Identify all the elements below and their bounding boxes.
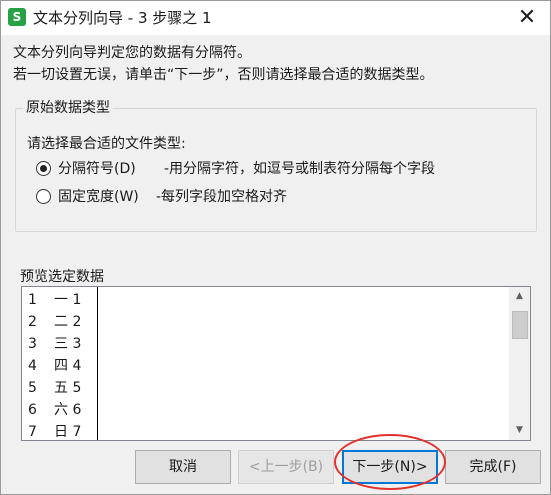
text-to-columns-dialog: S 文本分列向导 - 3 步骤之 1 ✕ 文本分列向导判定您的数据有分隔符。 若… — [0, 0, 551, 495]
row-text: 五 5 — [54, 380, 82, 396]
row-text: 二 2 — [54, 314, 82, 330]
title-bar: S 文本分列向导 - 3 步骤之 1 ✕ — [1, 1, 550, 35]
vertical-scrollbar[interactable]: ▲ ▼ — [509, 287, 530, 440]
row-number: 5 — [28, 380, 37, 396]
row-text: 日 7 — [54, 424, 82, 440]
group-legend: 原始数据类型 — [23, 99, 113, 117]
row-text: 一 1 — [54, 292, 82, 308]
radio-label[interactable]: 分隔符号(D) — [58, 159, 136, 179]
preview-row: 7 日 7 — [22, 421, 506, 440]
row-number: 4 — [28, 358, 37, 374]
scroll-up-icon[interactable]: ▲ — [509, 288, 530, 305]
preview-row: 5 五 5 — [22, 377, 506, 399]
next-button[interactable]: 下一步(N)> — [342, 450, 438, 484]
preview-row: 4 四 4 — [22, 355, 506, 377]
preview-row: 6 六 6 — [22, 399, 506, 421]
column-separator — [97, 287, 98, 440]
row-text: 三 3 — [54, 336, 82, 352]
intro-line-2: 若一切设置无误，请单击“下一步”，否则请选择最合适的数据类型。 — [13, 67, 434, 83]
row-number: 3 — [28, 336, 37, 352]
back-button[interactable]: <上一步(B) — [238, 450, 334, 484]
radio-description: -用分隔字符，如逗号或制表符分隔每个字段 — [164, 161, 436, 177]
preview-row: 3 三 3 — [22, 333, 506, 355]
scroll-thumb[interactable] — [512, 311, 528, 339]
finish-button[interactable]: 完成(F) — [445, 450, 541, 484]
row-text: 四 4 — [54, 358, 82, 374]
radio-description: -每列字段加空格对齐 — [156, 189, 288, 205]
data-preview[interactable]: 1 一 1 2 二 2 3 三 3 4 四 4 5 五 5 6 六 6 7 日 … — [21, 286, 531, 441]
preview-row: 2 二 2 — [22, 311, 506, 333]
preview-row: 1 一 1 — [22, 289, 506, 311]
close-icon[interactable]: ✕ — [504, 1, 550, 35]
scroll-down-icon[interactable]: ▼ — [509, 422, 530, 439]
row-number: 6 — [28, 402, 37, 418]
cancel-button[interactable]: 取消 — [135, 450, 231, 484]
radio-button-unchecked[interactable] — [36, 189, 51, 204]
row-text: 六 6 — [54, 402, 82, 418]
intro-line-1: 文本分列向导判定您的数据有分隔符。 — [13, 45, 251, 61]
wps-spreadsheet-icon: S — [8, 8, 26, 26]
radio-label[interactable]: 固定宽度(W) — [58, 187, 139, 207]
row-number: 2 — [28, 314, 37, 330]
preview-label: 预览选定数据 — [20, 269, 104, 285]
file-type-prompt: 请选择最合适的文件类型: — [27, 136, 186, 152]
dialog-title: 文本分列向导 - 3 步骤之 1 — [33, 9, 212, 27]
row-number: 1 — [28, 292, 37, 308]
radio-button-checked[interactable] — [36, 161, 51, 176]
row-number: 7 — [28, 424, 37, 440]
